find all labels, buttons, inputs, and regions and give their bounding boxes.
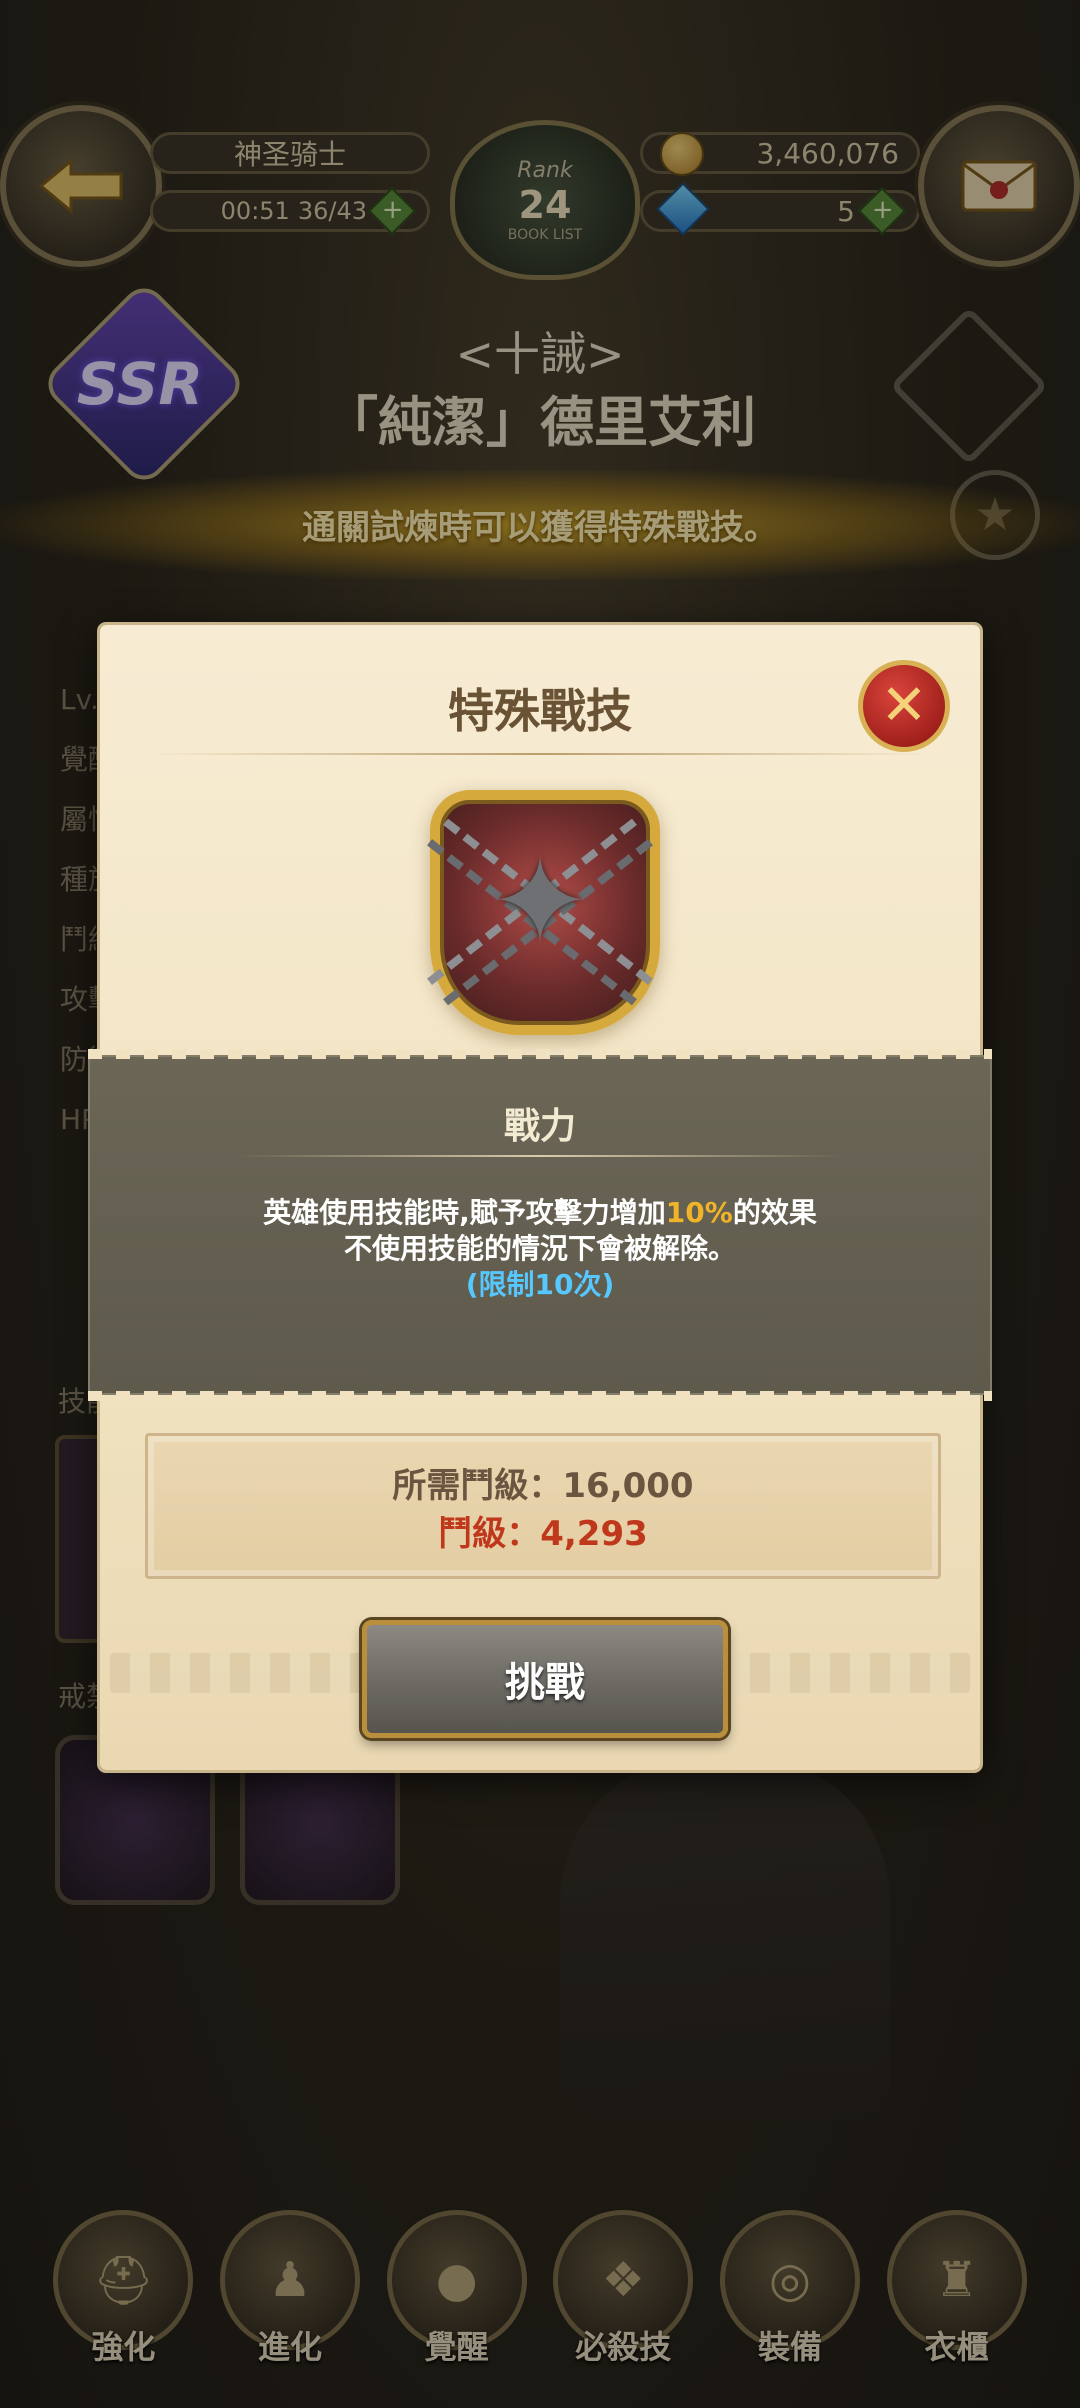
required-power: 所需鬥級：16,000 — [392, 1466, 694, 1506]
usage-limit: (限制10次) — [465, 1268, 615, 1301]
description-text: 英雄使用技能時,賦予攻擊力增加 — [263, 1196, 666, 1229]
modal-title: 特殊戰技 — [448, 684, 632, 738]
description-line-2: 不使用技能的情況下會被解除。 — [343, 1232, 736, 1265]
title-divider — [150, 753, 930, 755]
skill-description-panel: 戰力 英雄使用技能時,賦予攻擊力增加10%的效果 不使用技能的情況下會被解除。 … — [88, 1049, 992, 1401]
description-divider — [238, 1155, 842, 1157]
challenge-button[interactable]: 挑戰 — [362, 1620, 728, 1738]
special-skill-modal: 特殊戰技 ✕ ✦ 戰力 英雄使用技能時,賦予攻擊力增加10%的效果 不使用技能的… — [88, 625, 992, 1770]
current-power: 鬥級：4,293 — [438, 1514, 648, 1554]
close-button[interactable]: ✕ — [858, 660, 950, 752]
description-highlight: 10% — [665, 1196, 733, 1229]
skill-name: 戰力 — [503, 1106, 576, 1147]
requirement-box: 所需鬥級：16,000 鬥級：4,293 — [145, 1433, 941, 1579]
compass-star-icon: ✦ — [489, 833, 591, 972]
description-line-1: 英雄使用技能時,賦予攻擊力增加10%的效果 — [88, 1191, 992, 1231]
skill-icon: ✦ — [420, 785, 660, 1035]
close-icon: ✕ — [880, 673, 928, 738]
description-text: 的效果 — [732, 1196, 817, 1229]
